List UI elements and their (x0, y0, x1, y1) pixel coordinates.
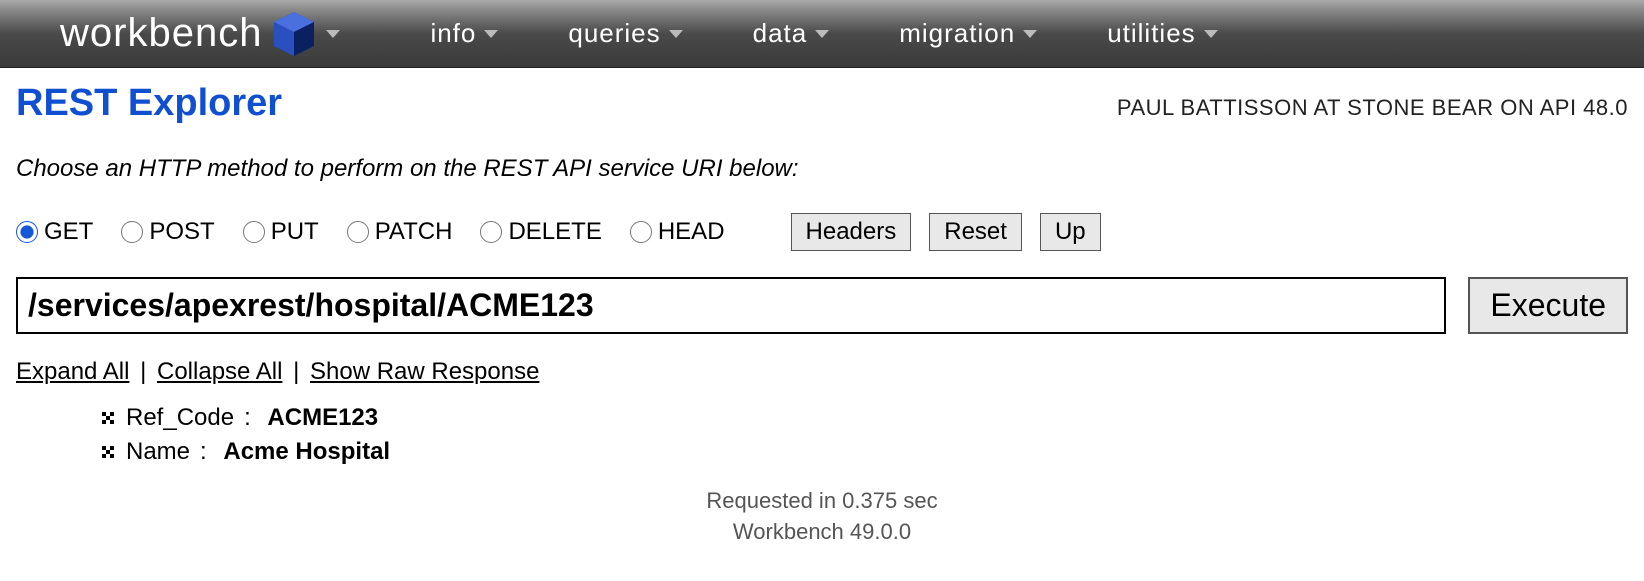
footer-timing: Requested in 0.375 sec (16, 486, 1628, 517)
node-icon (100, 410, 116, 426)
response-links: Expand All | Collapse All | Show Raw Res… (16, 358, 1628, 386)
main-content: REST Explorer PAUL BATTISSON AT STONE BE… (0, 68, 1644, 548)
nav-item-data[interactable]: data (753, 18, 830, 49)
nav-item-label: info (430, 18, 476, 49)
method-put[interactable]: PUT (243, 218, 319, 246)
field-key: Ref_Code (126, 404, 234, 432)
method-put-radio[interactable] (243, 221, 265, 243)
user-context: PAUL BATTISSON AT STONE BEAR ON API 48.0 (1117, 95, 1628, 121)
field-value: ACME123 (267, 404, 378, 432)
cube-icon (268, 8, 320, 60)
method-post[interactable]: POST (121, 218, 214, 246)
method-patch-radio[interactable] (347, 221, 369, 243)
method-get[interactable]: GET (16, 218, 93, 246)
reset-button[interactable]: Reset (929, 213, 1022, 251)
nav-item-migration[interactable]: migration (899, 18, 1037, 49)
nav-item-queries[interactable]: queries (568, 18, 682, 49)
field-key: Name (126, 438, 190, 466)
show-raw-link[interactable]: Show Raw Response (310, 358, 539, 385)
method-post-radio[interactable] (121, 221, 143, 243)
headers-button[interactable]: Headers (791, 213, 912, 251)
response-field: Ref_Code: ACME123 (100, 404, 1628, 432)
separator: | (293, 358, 299, 385)
method-patch[interactable]: PATCH (347, 218, 453, 246)
node-icon (100, 444, 116, 460)
method-label: PATCH (375, 218, 453, 246)
method-label: PUT (271, 218, 319, 246)
method-head[interactable]: HEAD (630, 218, 725, 246)
expand-all-link[interactable]: Expand All (16, 358, 129, 385)
uri-input[interactable] (16, 277, 1446, 334)
nav-item-label: utilities (1107, 18, 1195, 49)
footer-version: Workbench 49.0.0 (16, 517, 1628, 548)
http-method-row: GET POST PUT PATCH DELETE HEAD Headers R… (16, 213, 1628, 251)
chevron-down-icon (1023, 30, 1037, 38)
page-title: REST Explorer (16, 82, 282, 125)
method-get-radio[interactable] (16, 221, 38, 243)
chevron-down-icon (669, 30, 683, 38)
method-label: HEAD (658, 218, 725, 246)
nav-item-utilities[interactable]: utilities (1107, 18, 1217, 49)
chevron-down-icon (815, 30, 829, 38)
method-delete[interactable]: DELETE (480, 218, 601, 246)
separator: | (140, 358, 146, 385)
uri-row: Execute (16, 277, 1628, 334)
collapse-all-link[interactable]: Collapse All (157, 358, 282, 385)
chevron-down-icon (326, 30, 340, 38)
title-row: REST Explorer PAUL BATTISSON AT STONE BE… (16, 82, 1628, 125)
logo-text: workbench (60, 11, 262, 56)
footer: Requested in 0.375 sec Workbench 49.0.0 (16, 486, 1628, 548)
field-value: Acme Hospital (223, 438, 390, 466)
nav-item-label: queries (568, 18, 660, 49)
method-delete-radio[interactable] (480, 221, 502, 243)
method-head-radio[interactable] (630, 221, 652, 243)
chevron-down-icon (484, 30, 498, 38)
method-label: GET (44, 218, 93, 246)
response-field: Name: Acme Hospital (100, 438, 1628, 466)
nav-item-label: data (753, 18, 808, 49)
top-navbar: workbench info queries data migration (0, 0, 1644, 68)
instruction-text: Choose an HTTP method to perform on the … (16, 155, 1628, 183)
response-tree: Ref_Code: ACME123 Name: Acme Hospital (100, 404, 1628, 466)
up-button[interactable]: Up (1040, 213, 1101, 251)
logo[interactable]: workbench (60, 8, 340, 60)
method-label: POST (149, 218, 214, 246)
nav-item-info[interactable]: info (430, 18, 498, 49)
execute-button[interactable]: Execute (1468, 277, 1628, 334)
chevron-down-icon (1204, 30, 1218, 38)
nav-items: info queries data migration utilities (430, 18, 1217, 49)
nav-item-label: migration (899, 18, 1015, 49)
method-label: DELETE (508, 218, 601, 246)
